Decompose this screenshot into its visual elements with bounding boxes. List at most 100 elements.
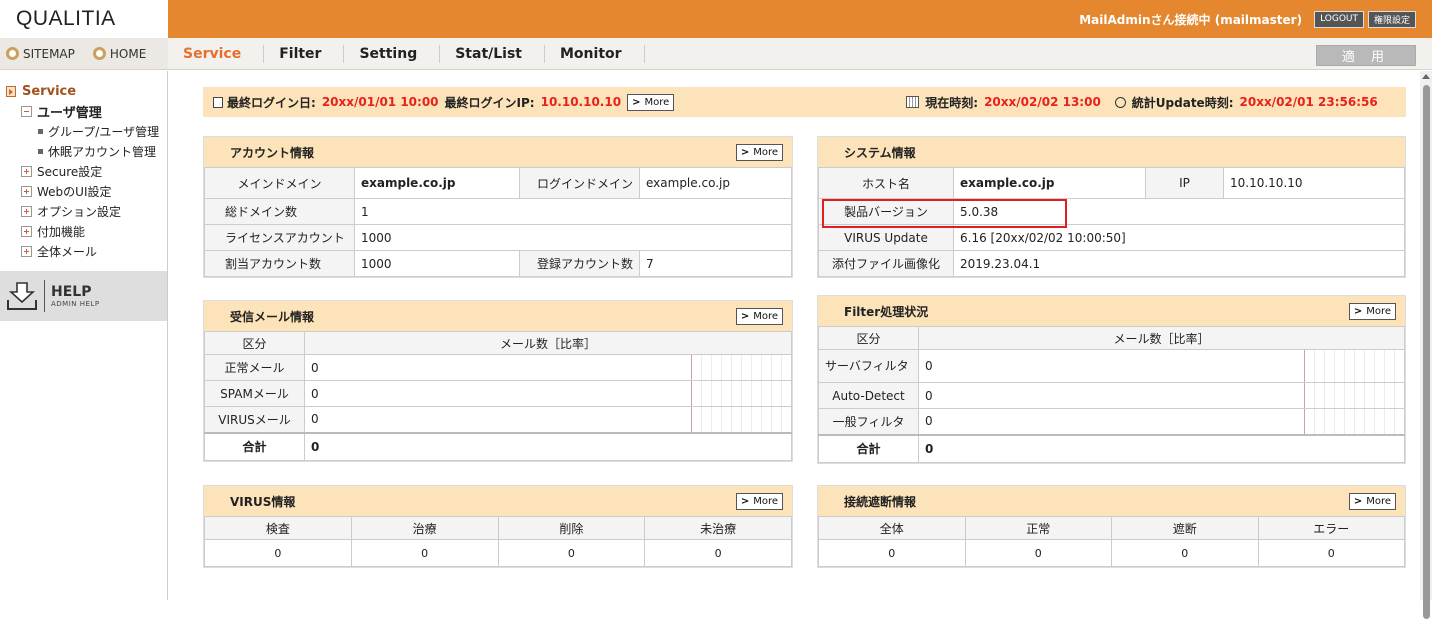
logout-button[interactable]: LOGOUT: [1314, 10, 1364, 28]
sidebar-item-label: オプション設定: [37, 204, 122, 219]
row-value: 0: [304, 354, 792, 381]
sidebar-item-group-user[interactable]: グループ/ユーザ管理: [0, 121, 167, 141]
home-link[interactable]: HOME: [92, 47, 146, 61]
table-row: 総ドメイン数 1: [204, 198, 792, 225]
ratio-bar: [691, 407, 791, 432]
sidebar-item-secure[interactable]: Secure設定: [0, 161, 167, 181]
vertical-scrollbar[interactable]: [1420, 71, 1432, 619]
tab-setting[interactable]: Setting: [344, 44, 441, 63]
table-header-row: 区分 メール数［比率］: [204, 331, 792, 355]
sidebar-item-web-ui[interactable]: WebのUI設定: [0, 181, 167, 201]
table-cell: 0: [497, 539, 646, 567]
count-value: 0: [925, 414, 933, 429]
expand-icon[interactable]: [21, 185, 32, 197]
row-value: 0: [304, 380, 792, 407]
table-row: ホスト名 example.co.jp IP 10.10.10.10: [818, 167, 1405, 199]
home-icon: [92, 47, 106, 60]
expand-icon[interactable]: [21, 245, 32, 257]
tab-filter[interactable]: Filter: [264, 44, 345, 63]
block-more-button[interactable]: > More: [1348, 492, 1396, 510]
table-row: SPAMメール 0: [204, 380, 792, 407]
row-label: サーバフィルタ: [818, 349, 919, 383]
top-bar: MailAdminさん接続中 (mailmaster) LOGOUT 権限設定: [168, 0, 1432, 38]
apply-button[interactable]: 適 用: [1316, 45, 1416, 66]
count-value: 0: [925, 359, 933, 373]
tab-service[interactable]: Service: [168, 44, 265, 63]
expand-icon[interactable]: [21, 205, 32, 217]
filter-more-button[interactable]: > More: [1348, 302, 1396, 320]
expand-icon[interactable]: [21, 165, 32, 177]
last-ip-label: 最終ログインIP:: [444, 95, 535, 110]
account-more-button[interactable]: > More: [735, 143, 783, 161]
sidebar-tree: Service ユーザ管理 グループ/ユーザ管理 休眠アカウント管理 Secur…: [0, 71, 167, 261]
more-label: More: [1366, 495, 1391, 507]
scroll-thumb[interactable]: [1423, 85, 1430, 619]
row-value: 0: [918, 349, 1405, 383]
sitemap-icon: [6, 47, 19, 60]
tab-stat-list[interactable]: Stat/List: [440, 44, 545, 63]
row-label: メインドメイン: [204, 167, 355, 199]
row-label: SPAMメール: [204, 380, 305, 407]
table-row: メインドメイン example.co.jp ログインドメイン example.c…: [204, 167, 792, 199]
more-label: More: [644, 96, 670, 108]
sidebar-item-label: 休眠アカウント管理: [48, 144, 157, 159]
received-table: 区分 メール数［比率］ 正常メール 0 SPAMメール 0 VIRUSメール 0…: [204, 331, 792, 461]
sidebar-item-all-mail[interactable]: 全体メール: [0, 241, 167, 261]
account-table: メインドメイン example.co.jp ログインドメイン example.c…: [204, 167, 792, 277]
column-header: 治療: [350, 516, 499, 540]
row-label: VIRUSメール: [204, 406, 305, 433]
permission-button[interactable]: 権限設定: [1367, 10, 1416, 28]
sidebar: Service ユーザ管理 グループ/ユーザ管理 休眠アカウント管理 Secur…: [0, 71, 168, 600]
column-header: 検査: [204, 516, 352, 540]
collapse-icon[interactable]: [21, 105, 32, 117]
panel-header: Filter処理状況 > More: [818, 296, 1405, 326]
sitemap-link[interactable]: SITEMAP: [6, 47, 75, 61]
system-info-panel: システム情報 ホスト名 example.co.jp IP 10.10.10.10…: [817, 136, 1406, 278]
bullet-icon: [38, 128, 43, 134]
more-label: More: [753, 146, 778, 158]
count-value: 0: [311, 386, 319, 401]
scroll-up-icon[interactable]: [1422, 74, 1430, 79]
sidebar-item-user-management[interactable]: ユーザ管理: [0, 101, 167, 121]
panel-header: システム情報: [818, 137, 1405, 167]
tab-monitor[interactable]: Monitor: [545, 44, 645, 63]
row-value: 6.16 [20xx/02/02 10:00:50]: [953, 224, 1405, 251]
table-row: ライセンスアカウント 1000: [204, 224, 792, 251]
sidebar-item-label: Secure設定: [37, 164, 103, 179]
table-cell: 0: [350, 539, 499, 567]
login-icon: [213, 96, 223, 108]
row-value: 0: [304, 431, 792, 461]
login-more-button[interactable]: > More: [627, 93, 675, 111]
qualitia-logo: QUALITIA: [0, 0, 168, 38]
stat-update-label: 統計Update時刻:: [1131, 95, 1234, 110]
ratio-bar: [1304, 409, 1404, 434]
row-label: 製品バージョン: [818, 198, 954, 225]
column-header: 区分: [818, 326, 919, 350]
login-info-bar: 最終ログイン日: 20xx/01/01 10:00 最終ログインIP: 10.1…: [203, 87, 1406, 117]
row-value: example.co.jp: [953, 167, 1146, 199]
panel-title: システム情報: [844, 145, 916, 160]
column-header: 正常: [964, 516, 1112, 540]
sidebar-item-label: ユーザ管理: [37, 105, 102, 121]
expand-icon[interactable]: [21, 225, 32, 237]
row-value: example.co.jp: [639, 167, 792, 199]
table-row: 正常メール 0: [204, 354, 792, 381]
virus-more-button[interactable]: > More: [735, 492, 783, 510]
sidebar-root-service[interactable]: Service: [0, 81, 167, 101]
row-value: 1: [354, 198, 792, 225]
column-header: 全体: [818, 516, 966, 540]
sidebar-item-dormant-account[interactable]: 休眠アカウント管理: [0, 141, 167, 161]
column-header: 遮断: [1111, 516, 1259, 540]
filter-table: 区分 メール数［比率］ サーバフィルタ 0 Auto-Detect 0 一般フィ…: [818, 326, 1405, 463]
sidebar-item-options[interactable]: オプション設定: [0, 201, 167, 221]
row-value: 10.10.10.10: [1223, 167, 1405, 199]
received-more-button[interactable]: > More: [735, 307, 783, 325]
help-box[interactable]: HELP ADMIN HELP: [0, 271, 167, 321]
chevron-right-icon: >: [740, 495, 750, 507]
left-nav-bar: SITEMAP HOME: [0, 38, 168, 70]
sidebar-item-addons[interactable]: 付加機能: [0, 221, 167, 241]
column-header: 未治療: [644, 516, 792, 540]
row-value: 0: [918, 382, 1405, 409]
row-label: ライセンスアカウント: [204, 224, 355, 251]
panel-header: 接続遮断情報 > More: [818, 486, 1405, 516]
